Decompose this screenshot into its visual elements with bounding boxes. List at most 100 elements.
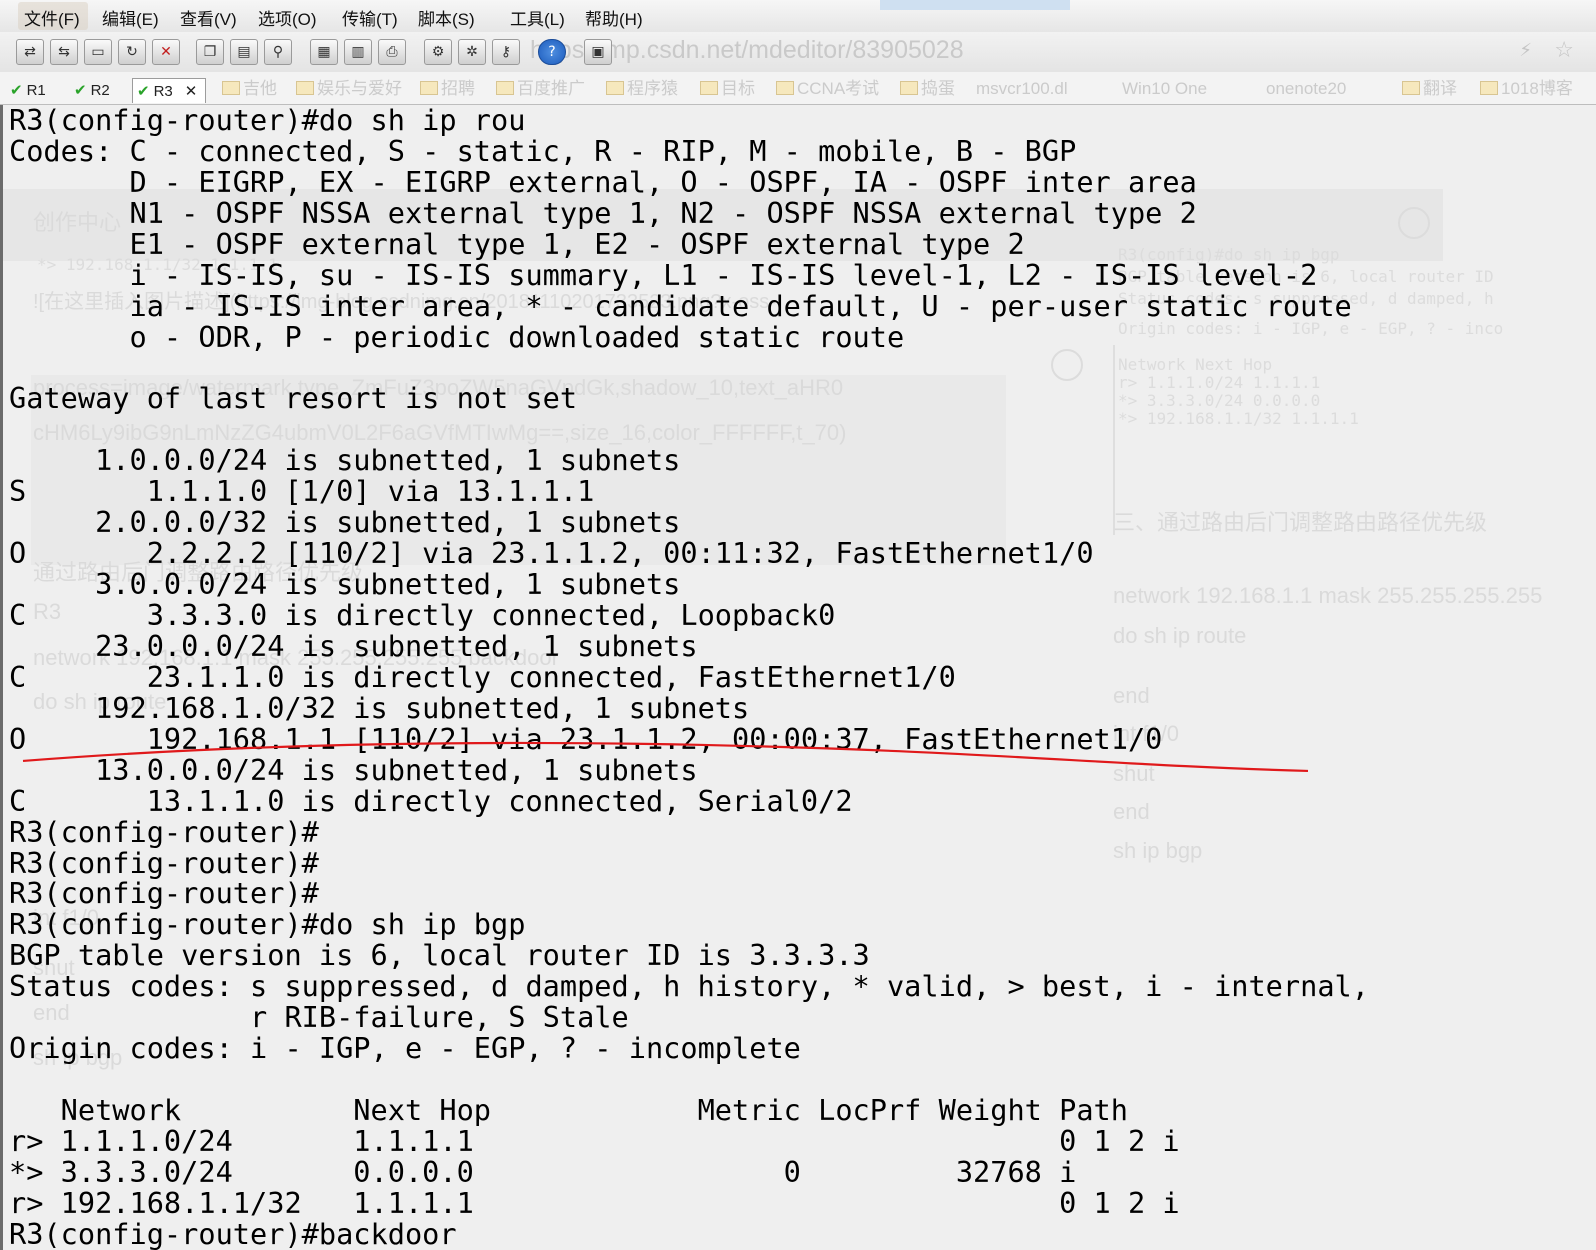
terminal-line: 13.0.0.0/24 is subnetted, 1 subnets <box>9 752 698 787</box>
folder-icon <box>222 81 240 95</box>
menu-tools[interactable]: 工具(L) <box>510 5 565 30</box>
bookmark-folder: 捣蛋 <box>900 78 955 100</box>
terminal-line: 192.168.1.0/32 is subnetted, 1 subnets <box>9 690 750 725</box>
terminal-line: C 13.1.1.0 is directly connected, Serial… <box>9 783 853 818</box>
tab-label: R1 <box>26 82 46 99</box>
reconnect-icon[interactable]: ↻ <box>118 39 146 65</box>
bookmark-folder: 翻译 <box>1402 78 1457 100</box>
folder-icon <box>1480 81 1498 95</box>
bookmark-folder: 1018博客 <box>1480 78 1573 100</box>
tab-label: R3 <box>153 83 173 100</box>
terminal-line: O 2.2.2.2 [110/2] via 23.1.1.2, 00:11:32… <box>9 536 1094 571</box>
quick-connect-icon[interactable]: ⇆ <box>50 39 78 65</box>
folder-icon <box>496 81 514 95</box>
help-icon[interactable]: ? <box>538 39 566 65</box>
menu-view[interactable]: 查看(V) <box>180 5 237 30</box>
favorite-star-icon: ☆ <box>1554 38 1574 63</box>
background-window-strip <box>880 0 1070 10</box>
bookmark-folder: 百度推广 <box>496 78 585 100</box>
menu-help[interactable]: 帮助(H) <box>585 5 643 30</box>
connected-check-icon: ✔ <box>137 82 150 100</box>
folder-icon <box>900 81 918 95</box>
menu-edit[interactable]: 编辑(E) <box>102 5 159 30</box>
terminal-line: *> 3.3.3.0/24 0.0.0.0 0 32768 i <box>9 1154 1077 1189</box>
folder-icon <box>700 81 718 95</box>
tab-label: R2 <box>90 82 110 99</box>
sftp-icon[interactable]: ▣ <box>584 39 612 65</box>
terminal-line: S 1.1.1.0 [1/0] via 13.1.1.1 <box>9 474 595 509</box>
menu-script[interactable]: 脚本(S) <box>418 5 475 30</box>
connected-check-icon: ✔ <box>10 81 23 99</box>
connected-check-icon: ✔ <box>74 81 87 99</box>
bookmark-link: msvcr100.dl <box>976 79 1068 98</box>
terminal-line: C 23.1.1.0 is directly connected, FastEt… <box>9 659 956 694</box>
session-options-icon[interactable]: ⚙ <box>424 39 452 65</box>
terminal-text: R3(config-router)#do sh ip rou Codes: C -… <box>9 105 1369 1250</box>
bookmark-folder: 吉他 <box>222 78 277 100</box>
terminal-line: R3(config-router)# <box>9 814 319 849</box>
bookmark-folder: 目标 <box>700 78 755 100</box>
global-options-icon[interactable]: ✲ <box>458 39 486 65</box>
tab-r2[interactable]: ✔ R2 <box>70 78 118 102</box>
connect-icon[interactable]: ⇄ <box>16 39 44 65</box>
menu-options[interactable]: 选项(O) <box>258 5 317 30</box>
bookmark-folder: CCNA考试 <box>776 78 879 100</box>
folder-icon <box>296 81 314 95</box>
print-setup-icon[interactable]: ▦ <box>310 39 338 65</box>
folder-icon <box>1402 81 1420 95</box>
disconnect-icon[interactable]: ✕ <box>152 39 180 65</box>
terminal-output-pane[interactable]: 创作中心 *> 192.168.1.1/32 1.1.1.1 ![在这里插入图片… <box>0 105 1596 1250</box>
terminal-line: BGP table version is 6, local router ID … <box>9 938 870 973</box>
terminal-line: i - IS-IS, su - IS-IS summary, L1 - IS-I… <box>9 257 1318 292</box>
terminal-line: r RIB-failure, S Stale <box>9 1000 629 1035</box>
background-help-icon <box>1398 207 1430 239</box>
find-icon[interactable]: ⚲ <box>264 39 292 65</box>
terminal-line: 1.0.0.0/24 is subnetted, 1 subnets <box>9 443 681 478</box>
menu-bar: 文件(F) 编辑(E) 查看(V) 选项(O) 传输(T) 脚本(S) 工具(L… <box>0 0 1596 33</box>
copy-icon[interactable]: ❐ <box>196 39 224 65</box>
terminal-line: E1 - OSPF external type 1, E2 - OSPF ext… <box>9 226 1025 261</box>
tab-r3[interactable]: ✔ R3 ✕ <box>132 78 207 103</box>
terminal-line: o - ODR, P - periodic downloaded static … <box>9 319 905 354</box>
terminal-line: Origin codes: i - IGP, e - EGP, ? - inco… <box>9 1031 801 1066</box>
bookmark-link: onenote20 <box>1266 79 1347 98</box>
keymap-icon[interactable]: ⚷ <box>492 39 520 65</box>
terminal-line: C 3.3.3.0 is directly connected, Loopbac… <box>9 598 836 632</box>
menu-transfer[interactable]: 传输(T) <box>342 5 398 30</box>
toolbar: https://mp.csdn.net/mdeditor/83905028 ⇄ … <box>0 32 1596 73</box>
bookmark-folder: 娱乐与爱好 <box>296 78 402 100</box>
terminal-line: r> 1.1.1.0/24 1.1.1.1 0 1 2 i <box>9 1123 1180 1158</box>
tab-r1[interactable]: ✔ R1 <box>6 78 54 102</box>
terminal-line: R3(config-router)#do sh ip bgp <box>9 907 526 942</box>
terminal-line: 23.0.0.0/24 is subnetted, 1 subnets <box>9 628 698 663</box>
paste-icon[interactable]: ▤ <box>230 39 258 65</box>
print-preview-icon[interactable]: ▥ <box>344 39 372 65</box>
terminal-line: 2.0.0.0/32 is subnetted, 1 subnets <box>9 505 681 540</box>
terminal-line: D - EIGRP, EX - EIGRP external, O - OSPF… <box>9 164 1197 199</box>
folder-icon <box>776 81 794 95</box>
terminal-line: R3(config-router)#do sh ip rou <box>9 105 526 137</box>
terminal-line: R3(config-router)# <box>9 876 319 911</box>
session-tab-bar: ✔ R1 ✔ R2 ✔ R3 ✕ 吉他 娱乐与爱好 招聘 百度推广 程序猿 目标 CCN… <box>0 72 1596 105</box>
terminal-line: Gateway of last resort is not set <box>9 381 578 416</box>
bookmark-link: Win10 One <box>1122 79 1208 98</box>
terminal-line: 3.0.0.0/24 is subnetted, 1 subnets <box>9 567 681 602</box>
print-icon[interactable]: ⎙ <box>378 39 406 65</box>
bookmark-folder: 招聘 <box>420 78 475 100</box>
folder-icon <box>606 81 624 95</box>
connect-tab-icon[interactable]: ▭ <box>84 39 112 65</box>
bolt-icon: ⚡ <box>1519 40 1532 61</box>
menu-file[interactable]: 文件(F) <box>24 5 80 30</box>
terminal-line: Codes: C - connected, S - static, R - RI… <box>9 133 1077 168</box>
bookmark-folder: 程序猿 <box>606 78 678 100</box>
terminal-line: O 192.168.1.1 [110/2] via 23.1.1.2, 00:0… <box>9 721 1163 756</box>
terminal-line: N1 - OSPF NSSA external type 1, N2 - OSP… <box>9 195 1197 230</box>
terminal-line: R3(config-router)# <box>9 845 319 880</box>
terminal-line: r> 192.168.1.1/32 1.1.1.1 0 1 2 i <box>9 1185 1180 1220</box>
terminal-line: R3(config-router)#backdoor <box>9 1216 457 1250</box>
close-tab-icon[interactable]: ✕ <box>185 82 198 100</box>
terminal-line: ia - IS-IS inter area, * - candidate def… <box>9 288 1352 323</box>
